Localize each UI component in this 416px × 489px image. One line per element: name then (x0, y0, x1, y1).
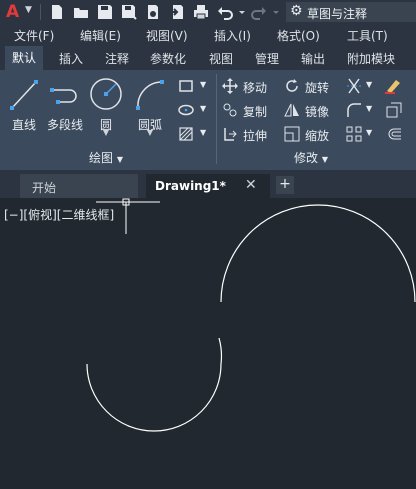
undo-dropdown-icon[interactable] (238, 3, 246, 21)
rectangle-icon[interactable] (178, 78, 194, 94)
polyline-icon (50, 88, 77, 104)
fillet-icon[interactable] (346, 102, 362, 118)
hatch-icon[interactable] (178, 126, 194, 142)
new-file-icon[interactable] (48, 3, 66, 21)
rotate-button[interactable]: 旋转 (305, 79, 329, 96)
redo-dropdown-icon[interactable] (272, 3, 280, 21)
tab-start-label: 开始 (32, 181, 57, 195)
draw-panel-title-text: 绘图 (89, 151, 114, 165)
array-icon[interactable] (346, 126, 362, 142)
menu-tools[interactable]: 工具(T) (347, 27, 388, 44)
hatch-dropdown-icon[interactable]: ▼ (200, 128, 206, 137)
app-menu-arrow-icon[interactable]: ▼ (25, 5, 32, 15)
stretch-button[interactable]: 拉伸 (243, 127, 267, 144)
drawing-canvas[interactable]: [−][俯视][二维线框] (0, 198, 416, 489)
circle-button[interactable]: 圆 ▼ (88, 70, 124, 150)
line-icon (10, 80, 38, 110)
ellipse-icon[interactable] (178, 102, 194, 118)
circle-icon (90, 78, 122, 110)
move-icon (222, 78, 238, 94)
trim-dropdown-icon[interactable]: ▼ (366, 80, 372, 89)
scale-icon (284, 126, 300, 142)
workspace-switcher[interactable]: ⚙ 草图与注释 (286, 2, 416, 22)
draw-panel-title[interactable]: 绘图 ▼ (89, 149, 123, 166)
fillet-dropdown-icon[interactable]: ▼ (366, 104, 372, 113)
tab-addins[interactable]: 附加模块 (347, 50, 395, 67)
app-logo-icon[interactable]: A (6, 2, 24, 22)
rectangle-dropdown-icon[interactable]: ▼ (200, 80, 206, 89)
close-icon[interactable]: ✕ (245, 177, 257, 193)
open-folder-icon[interactable] (72, 3, 90, 21)
tab-parametric[interactable]: 参数化 (150, 50, 186, 67)
tab-drawing1[interactable]: Drawing1* ✕ (146, 174, 270, 198)
ellipse-dropdown-icon[interactable]: ▼ (200, 104, 206, 113)
menu-edit[interactable]: 编辑(E) (80, 27, 121, 44)
mirror-button[interactable]: 镜像 (305, 103, 329, 120)
trim-icon[interactable] (346, 78, 362, 94)
menu-bar: 文件(F) 编辑(E) 视图(V) 插入(I) 格式(O) 工具(T) (0, 24, 416, 46)
modify-panel-title-text: 修改 (294, 151, 319, 165)
move-button[interactable]: 移动 (243, 79, 267, 96)
tab-drawing1-label: Drawing1* (155, 179, 226, 193)
line-button[interactable]: 直线 (4, 70, 44, 136)
print-icon[interactable] (192, 3, 210, 21)
arc-button[interactable]: 圆弧 ▼ (130, 70, 170, 150)
upper-arc[interactable] (220, 204, 416, 303)
redo-icon[interactable] (250, 3, 268, 21)
arc-icon (136, 80, 164, 110)
quick-access-toolbar: A ▼ ⚙ 草图与注释 (0, 0, 416, 24)
modify-panel-dropdown-icon: ▼ (321, 155, 328, 164)
ribbon-tabs: 默认 插入 注释 参数化 视图 管理 输出 附加模块 (0, 46, 416, 70)
menu-view[interactable]: 视图(V) (146, 27, 188, 44)
tab-output[interactable]: 输出 (301, 50, 325, 67)
modify-panel-title[interactable]: 修改 ▼ (294, 149, 328, 166)
scale-button[interactable]: 缩放 (305, 127, 329, 144)
document-tabs: 开始 Drawing1* ✕ + (0, 170, 416, 198)
lower-arc[interactable] (86, 337, 223, 432)
tab-insert[interactable]: 插入 (59, 50, 83, 67)
tab-manage[interactable]: 管理 (255, 50, 279, 67)
stretch-icon (224, 128, 237, 141)
offset-icon[interactable] (386, 126, 402, 142)
tab-annotate[interactable]: 注释 (105, 50, 129, 67)
array-dropdown-icon[interactable]: ▼ (366, 128, 372, 137)
copy-button[interactable]: 复制 (243, 103, 267, 120)
arc-dropdown-icon[interactable]: ▼ (130, 128, 170, 137)
save-icon[interactable] (96, 3, 114, 21)
mirror-icon (284, 103, 299, 117)
workspace-label: 草图与注释 (307, 7, 368, 21)
erase-icon[interactable] (384, 78, 402, 94)
undo-icon[interactable] (216, 3, 234, 21)
gear-icon: ⚙ (290, 3, 303, 19)
polyline-button[interactable]: 多段线 (44, 70, 86, 136)
tab-default[interactable]: 默认 (5, 46, 44, 70)
panel-divider (216, 74, 217, 164)
explode-icon[interactable] (386, 102, 402, 118)
open-web-icon[interactable] (144, 3, 162, 21)
save-web-icon[interactable] (168, 3, 186, 21)
tab-start[interactable]: 开始 (20, 174, 138, 198)
new-tab-button[interactable]: + (276, 176, 294, 194)
menu-format[interactable]: 格式(O) (277, 27, 320, 44)
line-label: 直线 (11, 118, 36, 132)
tab-view[interactable]: 视图 (209, 50, 233, 67)
menu-insert[interactable]: 插入(I) (214, 27, 251, 44)
save-as-icon[interactable] (120, 3, 138, 21)
draw-panel-dropdown-icon: ▼ (116, 155, 123, 164)
rotate-icon (286, 79, 298, 92)
copy-icon (223, 103, 237, 117)
circle-dropdown-icon[interactable]: ▼ (88, 128, 124, 137)
polyline-label: 多段线 (46, 118, 83, 132)
divider (40, 4, 41, 20)
menu-file[interactable]: 文件(F) (14, 27, 54, 44)
drawing-geometry (86, 198, 416, 432)
ribbon: 直线 多段线 圆 ▼ 圆弧 ▼ ▼ ▼ ▼ 绘图 ▼ 移动 旋转 复制 镜像 拉… (0, 70, 416, 170)
